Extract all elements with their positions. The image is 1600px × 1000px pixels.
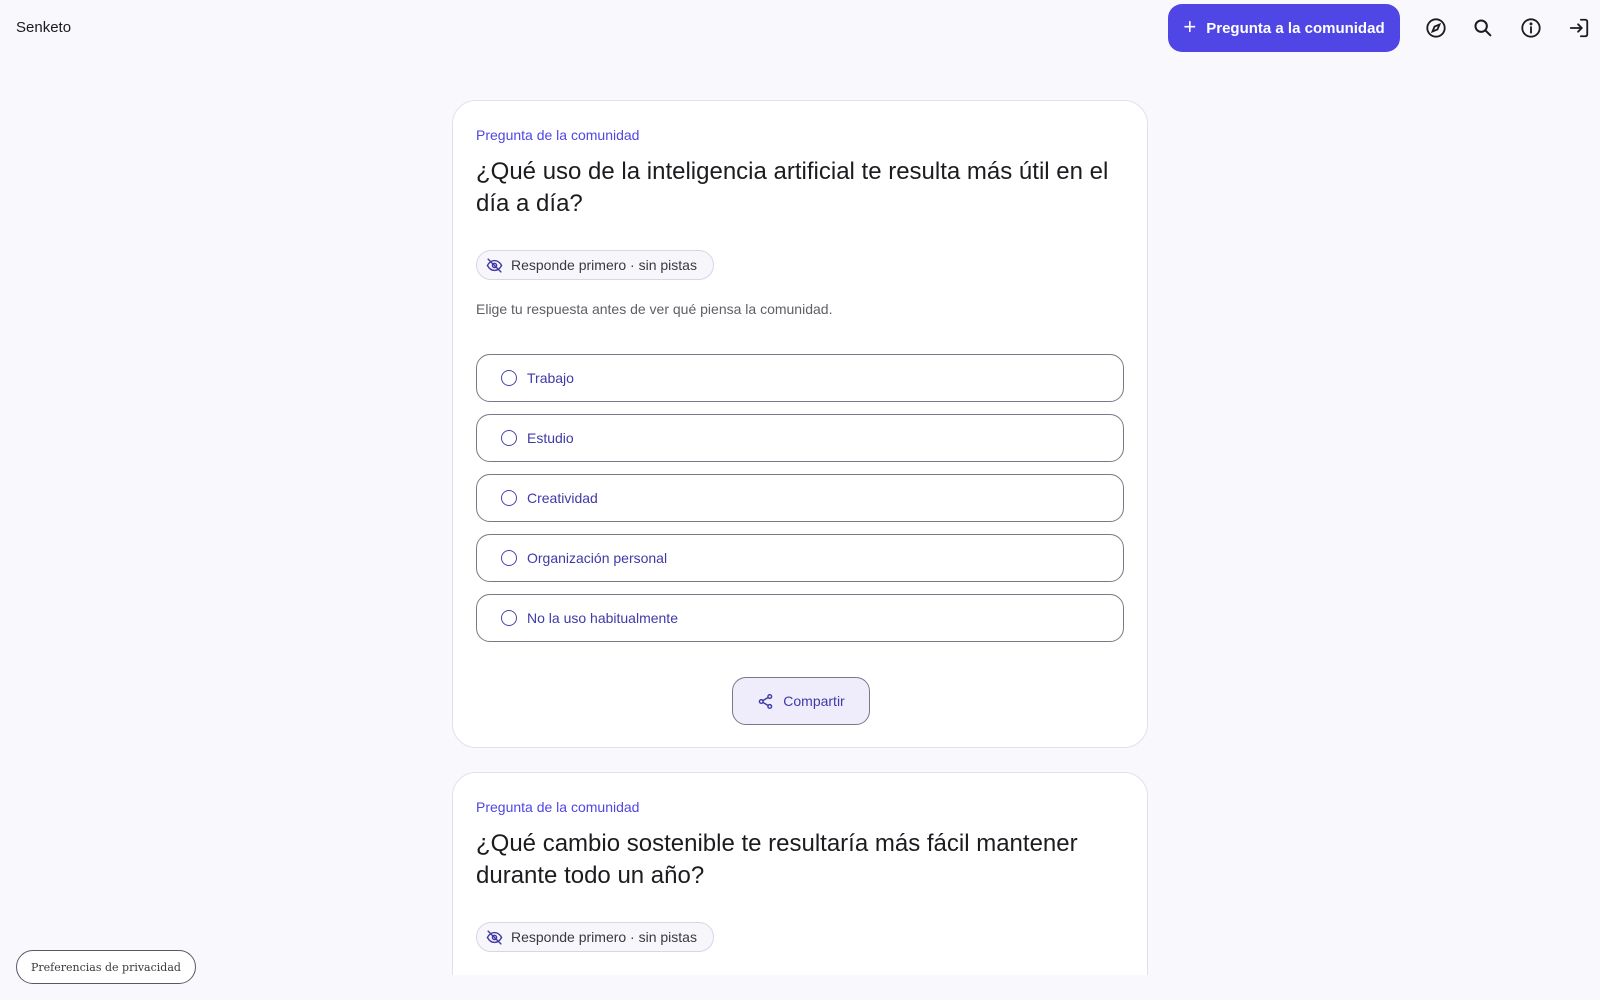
share-label: Compartir [783, 693, 845, 709]
ask-community-label: Pregunta a la comunidad [1206, 19, 1385, 37]
option-label: No la uso habitualmente [527, 610, 678, 626]
option-organizacion-personal[interactable]: Organización personal [476, 534, 1124, 582]
card-eyebrow: Pregunta de la comunidad [476, 799, 640, 815]
search-button[interactable] [1467, 12, 1499, 44]
option-trabajo[interactable]: Trabajo [476, 354, 1124, 402]
option-label: Organización personal [527, 550, 668, 566]
question-feed: Pregunta de la comunidad ¿Qué uso de la … [452, 100, 1148, 975]
option-label: Estudio [527, 430, 574, 446]
option-creatividad[interactable]: Creatividad [476, 474, 1124, 522]
login-button[interactable] [1563, 12, 1595, 44]
radio-button[interactable] [501, 490, 517, 506]
plus-icon: + [1183, 14, 1197, 39]
question-card: Pregunta de la comunidad ¿Qué cambio sos… [452, 772, 1148, 975]
search-icon [1474, 19, 1492, 37]
radio-button[interactable] [501, 430, 517, 446]
chip-label: Responde primero · sin pistas [511, 257, 697, 273]
no-hints-chip: Responde primero · sin pistas [476, 922, 714, 952]
option-no-la-uso[interactable]: No la uso habitualmente [476, 594, 1124, 642]
info-icon [1521, 18, 1541, 38]
chip-label: Responde primero · sin pistas [511, 929, 697, 945]
login-icon [1569, 18, 1589, 38]
card-eyebrow: Pregunta de la comunidad [476, 127, 640, 143]
option-label: Trabajo [527, 370, 574, 386]
question-card: Pregunta de la comunidad ¿Qué uso de la … [452, 100, 1148, 748]
radio-button[interactable] [501, 550, 517, 566]
explore-button[interactable] [1420, 12, 1452, 44]
radio-button[interactable] [501, 610, 517, 626]
answer-hint: Elige tu respuesta antes de ver qué pien… [476, 301, 833, 317]
info-button[interactable] [1515, 12, 1547, 44]
privacy-preferences-button[interactable]: Preferencias de privacidad [16, 950, 196, 984]
share-icon [758, 693, 773, 709]
eye-off-icon [486, 257, 503, 273]
option-label: Creatividad [527, 490, 598, 506]
compass-icon [1426, 18, 1446, 38]
no-hints-chip: Responde primero · sin pistas [476, 250, 714, 280]
answer-options: Trabajo Estudio Creatividad Organización… [476, 354, 1124, 654]
eye-off-icon [486, 929, 503, 945]
question-title: ¿Qué cambio sostenible te resultaría más… [476, 830, 1078, 889]
brand-logo[interactable]: Senketo [16, 19, 71, 36]
option-estudio[interactable]: Estudio [476, 414, 1124, 462]
top-bar: Senketo + Pregunta a la comunidad [0, 0, 1600, 56]
ask-community-button[interactable]: + Pregunta a la comunidad [1168, 4, 1400, 52]
share-button[interactable]: Compartir [732, 677, 870, 725]
question-title: ¿Qué uso de la inteligencia artificial t… [476, 158, 1109, 217]
radio-button[interactable] [501, 370, 517, 386]
